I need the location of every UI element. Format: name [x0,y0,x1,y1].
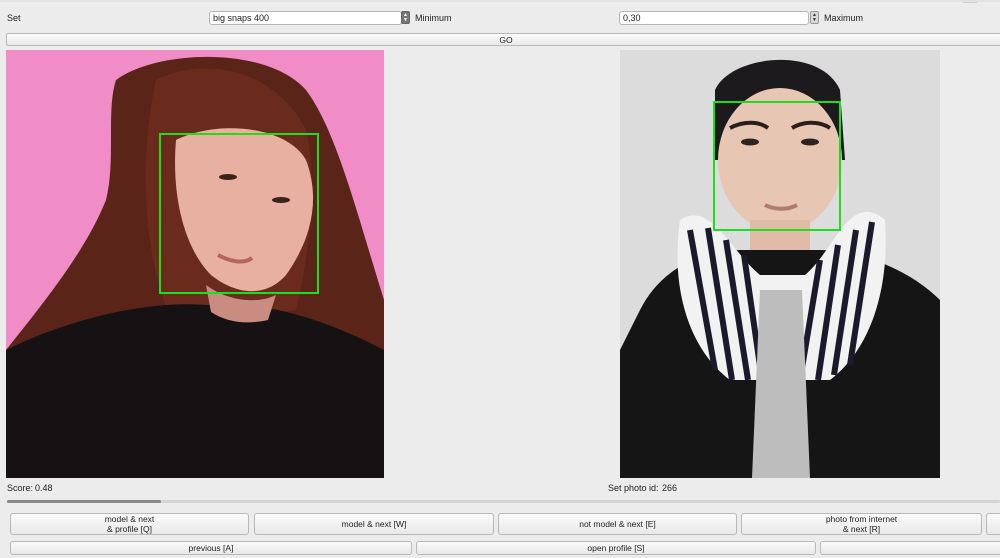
score-label: Score: [7,483,34,493]
maximum-label: Maximum [824,13,864,23]
set-photo-id-label: Set photo id: [608,483,659,493]
go-button[interactable]: GO [6,33,1000,46]
set-select-arrow-icon[interactable]: ▲ ▼ [401,11,410,24]
title-divider [0,0,1000,2]
not-model-next-label: not model & next [E] [579,519,656,529]
minimum-value: 0,30 [623,13,641,23]
top-right-handle [963,2,977,7]
previous-button[interactable]: previous [A] [10,541,412,555]
progress-bar-fill [7,500,161,503]
minimum-stepper-icon[interactable]: ▲ ▼ [810,11,819,24]
candidate-photo [6,50,384,478]
model-next-button[interactable]: model & next [W] [254,513,494,535]
reference-face-box [713,101,841,231]
open-profile-label: open profile [S] [587,543,645,553]
progress-bar [7,500,1000,503]
minimum-input[interactable]: 0,30 [619,11,809,25]
not-model-next-button[interactable]: not model & next [E] [498,513,737,535]
previous-label: previous [A] [188,543,234,553]
set-select-value: big snaps 400 [213,13,270,23]
set-photo-id-value: 266 [662,483,678,493]
reference-photo [620,50,940,478]
row1-overflow-button[interactable] [986,513,1000,535]
row2-overflow-button[interactable] [820,541,1000,555]
minimum-label: Minimum [415,13,452,23]
candidate-face-box [159,133,319,294]
model-next-label: model & next [W] [341,519,407,529]
set-select[interactable]: big snaps 400 [209,11,402,25]
set-label: Set [7,13,21,23]
open-profile-button[interactable]: open profile [S] [416,541,816,555]
score-value: 0.48 [35,483,53,493]
model-next-profile-label: model & next & profile [Q] [104,514,155,534]
go-button-label: GO [499,34,513,45]
model-next-profile-button[interactable]: model & next & profile [Q] [10,513,249,535]
photo-from-internet-next-label: photo from internet & next [R] [825,514,898,534]
photo-from-internet-next-button[interactable]: photo from internet & next [R] [741,513,982,535]
